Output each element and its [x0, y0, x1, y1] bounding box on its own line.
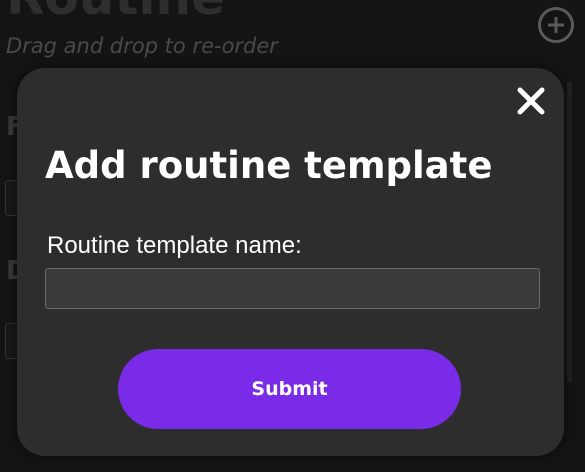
add-routine-template-modal: Add routine template Routine template na… — [17, 68, 564, 456]
background-scrollbar — [567, 82, 572, 382]
submit-button[interactable]: Submit — [118, 349, 461, 429]
close-button[interactable] — [516, 86, 546, 116]
plus-circle-icon[interactable] — [538, 7, 574, 43]
app-page: Routine Drag and drop to re-order F D Ad… — [0, 0, 585, 472]
routine-template-name-input[interactable] — [45, 268, 540, 309]
page-subtitle: Drag and drop to re-order — [6, 34, 278, 58]
modal-title: Add routine template — [45, 144, 493, 187]
page-title: Routine — [6, 0, 225, 26]
close-icon — [517, 87, 545, 115]
routine-template-name-label: Routine template name: — [47, 232, 302, 259]
